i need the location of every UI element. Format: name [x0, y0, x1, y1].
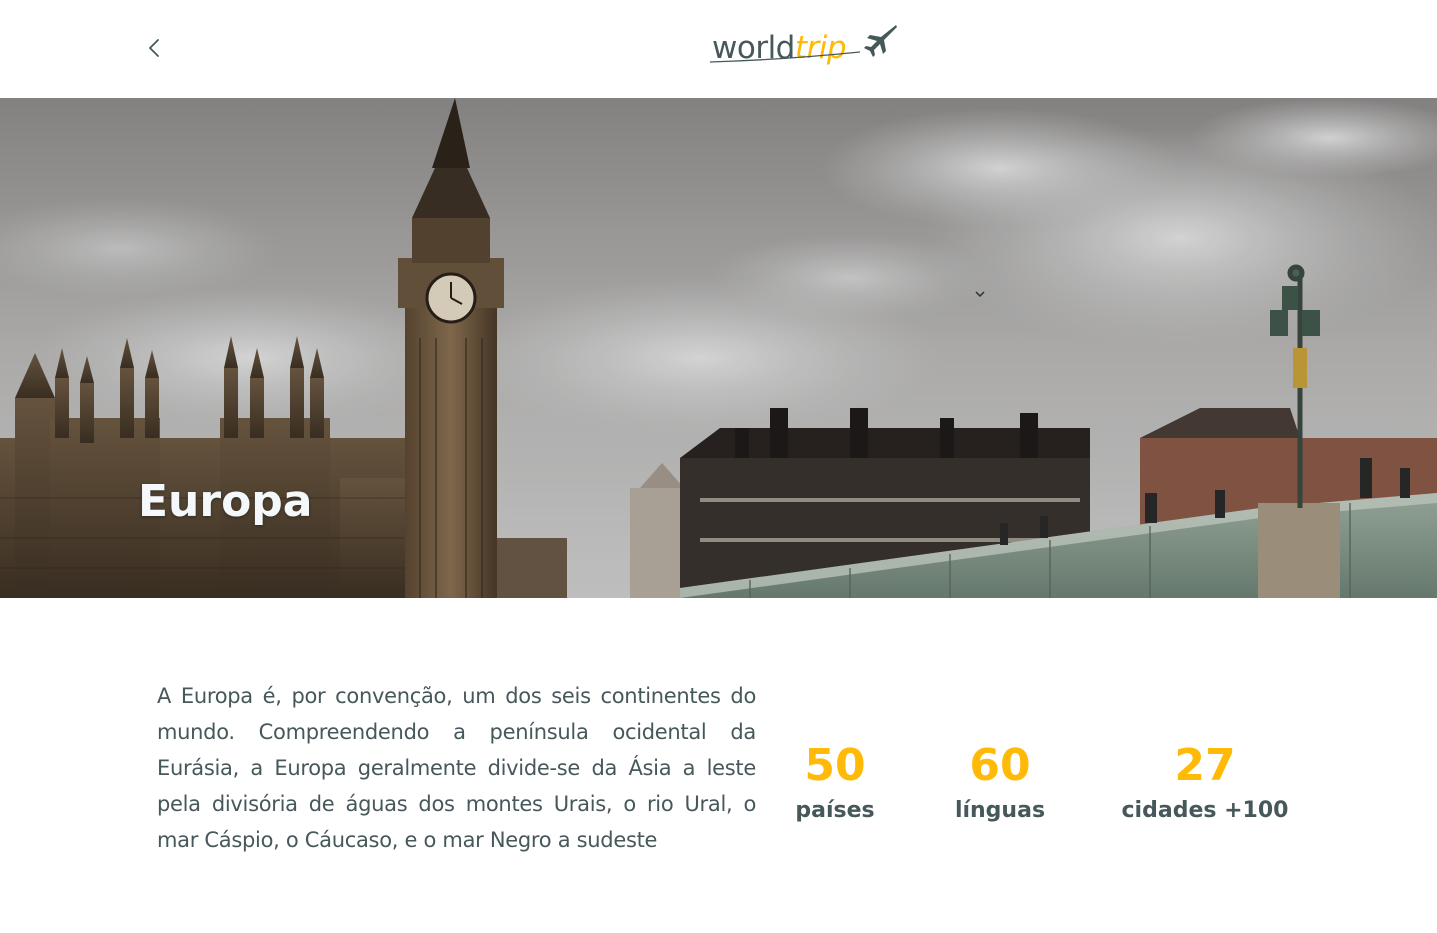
stat-cities-label: cidades +100	[1121, 798, 1289, 823]
stat-cities: 27 cidades +100	[1120, 736, 1290, 826]
stat-countries-value: 50	[804, 740, 866, 791]
hero-banner: Europa	[0, 98, 1437, 598]
stat-countries: 50 países	[785, 736, 885, 826]
back-button[interactable]	[140, 30, 168, 66]
stat-languages: 60 línguas	[945, 736, 1055, 826]
stat-languages-label: línguas	[954, 798, 1046, 823]
header: worldtrip	[0, 0, 1437, 98]
stat-languages-value: 60	[969, 740, 1031, 791]
airplane-icon	[710, 25, 897, 63]
continent-title: Europa	[138, 476, 313, 527]
stat-cities-value: 27	[1174, 740, 1236, 791]
worldtrip-logo[interactable]: worldtrip	[710, 22, 900, 74]
chevron-left-icon	[149, 39, 159, 57]
stat-countries-label: países	[795, 798, 875, 823]
continent-description: A Europa é, por convenção, um dos seis c…	[157, 684, 756, 852]
